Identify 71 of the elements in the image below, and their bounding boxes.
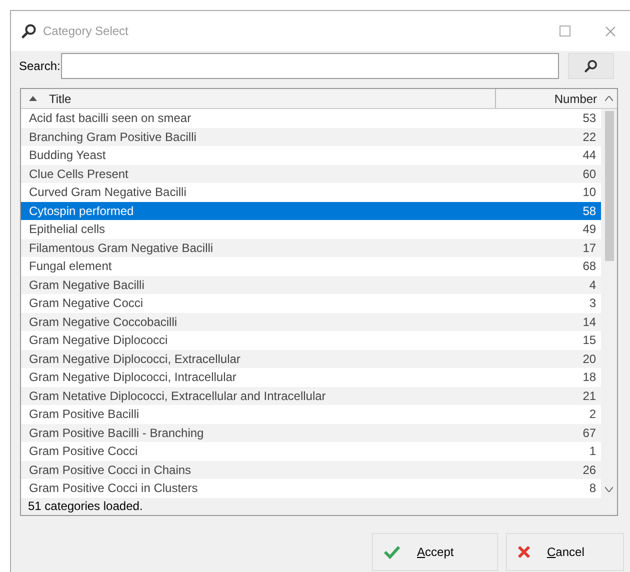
search-icon (584, 59, 598, 73)
title-cell-text: Gram Negative Diplococci, Extracellular (28, 350, 242, 368)
title-cell-text: Gram Negative Diplococci, Intracellular (28, 369, 238, 386)
accept-button[interactable]: Accept (372, 532, 498, 570)
title-cell-text: Gram Positive Bacilli - Branching (28, 424, 205, 442)
table-row[interactable]: Gram Netative Diplococci, Extracellular and Intracellular 21 (21, 386, 602, 405)
number-cell-text: 26 (582, 462, 598, 479)
number-cell-text: 49 (582, 221, 598, 238)
search-label: Search: (19, 58, 60, 75)
title-cell-text: Gram Positive Bacilli (28, 406, 140, 424)
number-cell-text: 68 (582, 258, 598, 276)
number-cell-text: 4 (589, 276, 598, 294)
number-cell-text: 14 (582, 314, 598, 331)
title-cell-text: Filamentous Gram Negative Bacilli (28, 240, 214, 257)
close-icon (517, 544, 531, 558)
checkmark-icon (383, 544, 401, 560)
title-cell-text: Budding Yeast (28, 147, 107, 164)
search-field[interactable] (61, 53, 560, 79)
title-cell-text: Gram Positive Cocci in Chains (28, 462, 192, 479)
number-cell-text: 18 (582, 369, 598, 386)
title-cell-text: Cytospin performed (28, 202, 135, 220)
number-cell-text: 58 (582, 202, 598, 220)
table-row[interactable]: Gram Positive Cocci in Chains 26 (21, 460, 602, 479)
number-cell-text: 2 (589, 406, 598, 424)
number-cell-text: 3 (589, 295, 598, 312)
title-cell-text: Curved Gram Negative Bacilli (28, 184, 188, 202)
title-cell-text: Gram Negative Diplococci (28, 332, 169, 350)
status-text: 51 categories loaded. (28, 498, 143, 515)
number-cell-text: 60 (582, 166, 598, 183)
maximize-button[interactable] (559, 25, 571, 37)
title-cell-text: Branching Gram Positive Bacilli (28, 128, 198, 146)
table-row[interactable]: Cytospin performed 58 (21, 202, 602, 220)
number-cell-text: 15 (582, 332, 598, 350)
number-cell-text: 21 (582, 388, 598, 405)
search-icon (21, 23, 37, 39)
column-header[interactable]: Number (495, 89, 602, 108)
table-row[interactable]: Gram Positive Bacilli - Branching 67 (21, 424, 602, 442)
scroll-up-icon[interactable] (605, 96, 614, 101)
scrollbar[interactable] (601, 109, 617, 498)
column-header[interactable]: Title (21, 89, 496, 108)
table-row[interactable]: Branching Gram Positive Bacilli 22 (21, 128, 602, 146)
title-cell-text: Gram Positive Cocci in Clusters (28, 480, 199, 498)
scrollbar-thumb[interactable] (604, 111, 614, 261)
number-cell-text: 53 (582, 110, 598, 128)
search-button[interactable] (568, 53, 614, 79)
title-cell-text: Gram Positive Cocci (28, 443, 139, 460)
title-cell-text: Gram Netative Diplococci, Extracellular and Intracellular (28, 388, 327, 405)
number-cell-text: 10 (582, 184, 598, 202)
close-button[interactable] (605, 26, 616, 36)
number-cell-text: 67 (582, 424, 598, 442)
number-cell-text: 1 (589, 443, 598, 460)
table-row[interactable]: Gram Negative Coccobacilli 14 (21, 312, 602, 331)
number-cell-text: 17 (582, 240, 598, 257)
title-cell-text: Gram Negative Bacilli (28, 276, 146, 294)
table-row[interactable]: Gram Negative Diplococci, Extracellular 20 (21, 350, 602, 368)
scroll-down-icon[interactable] (605, 486, 614, 492)
title-cell-text: Clue Cells Present (28, 166, 130, 183)
title-cell-text: Fungal element (28, 258, 113, 276)
window-title: Category Select (43, 23, 128, 40)
title-cell-text: Gram Negative Cocci (28, 295, 144, 312)
title-cell-text: Epithelial cells (28, 221, 106, 238)
number-cell-text: 8 (589, 480, 598, 498)
table-row[interactable]: Gram Negative Bacilli 4 (21, 276, 602, 294)
number-cell-text: 44 (582, 147, 598, 164)
cancel-button[interactable]: Cancel (506, 532, 624, 570)
table-row[interactable]: Filamentous Gram Negative Bacilli 17 (21, 238, 602, 257)
table-row[interactable]: Clue Cells Present 60 (21, 164, 602, 183)
number-cell-text: 22 (582, 128, 598, 146)
title-cell-text: Gram Negative Coccobacilli (28, 314, 178, 331)
title-cell-text: Acid fast bacilli seen on smear (28, 110, 192, 128)
number-cell-text: 20 (582, 350, 598, 368)
